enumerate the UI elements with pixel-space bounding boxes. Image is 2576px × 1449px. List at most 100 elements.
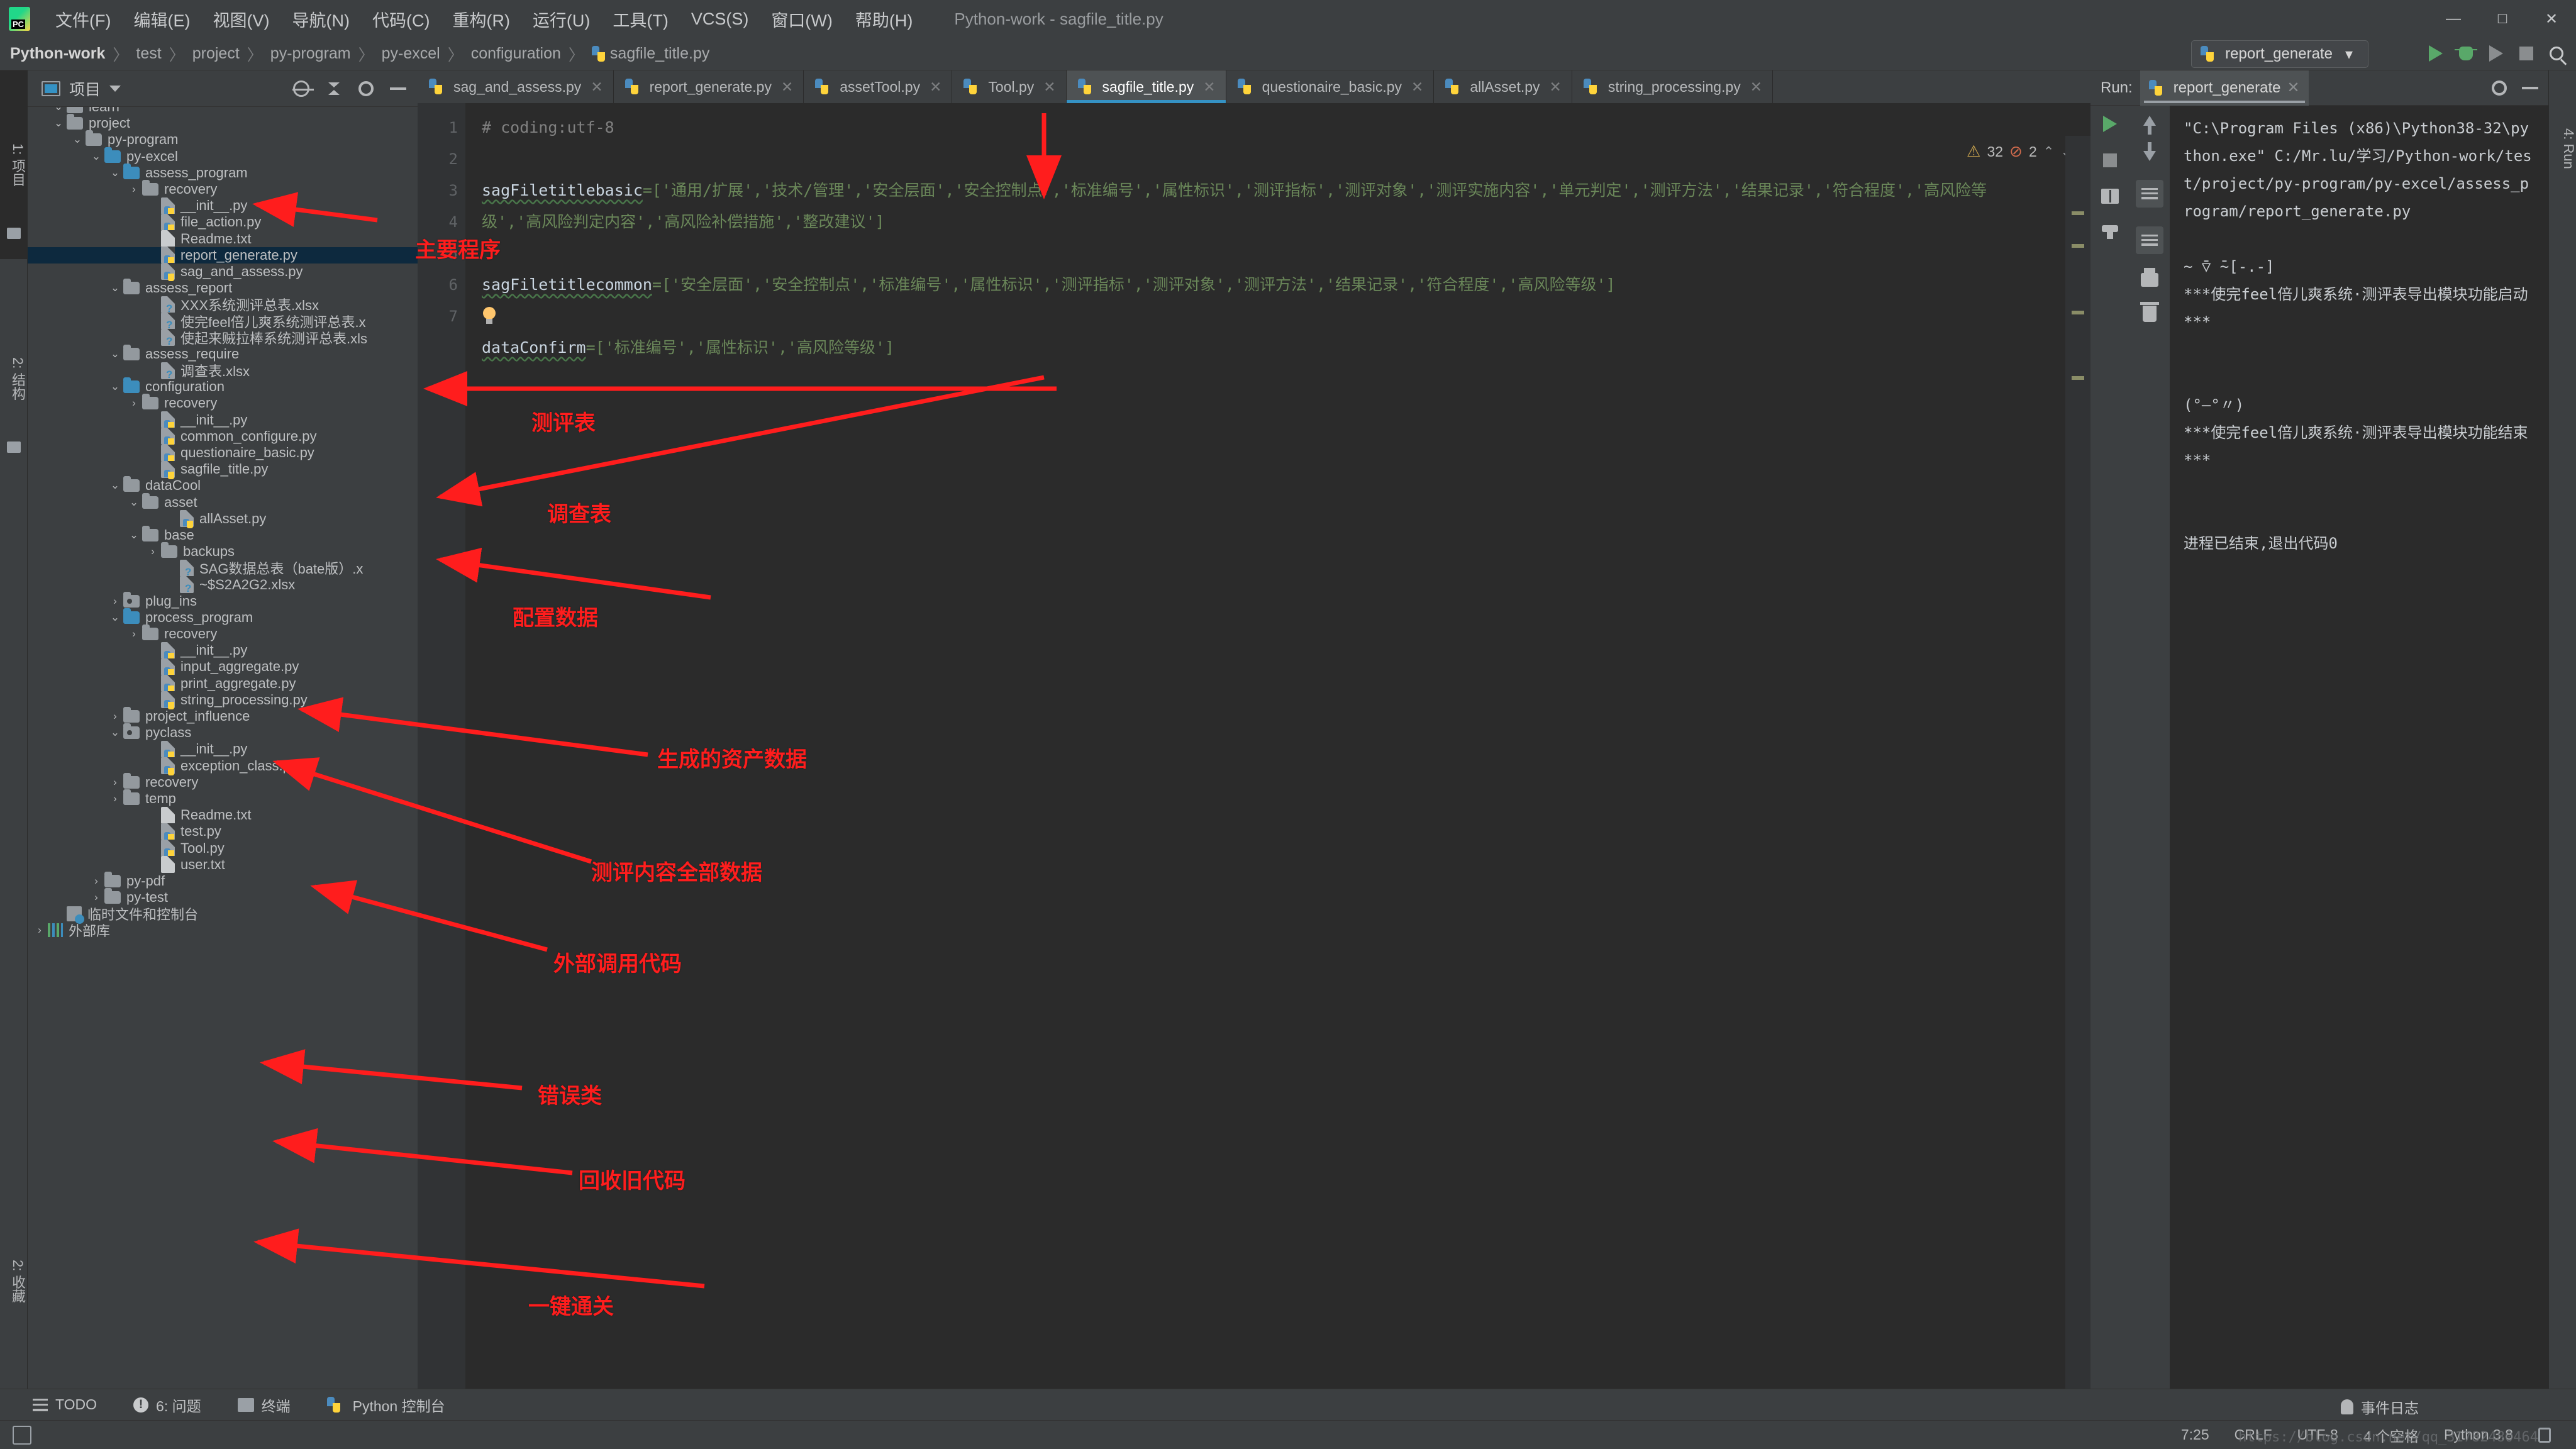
tree-item[interactable]: › 外部库 bbox=[28, 922, 418, 939]
editor-tab[interactable]: string_processing.py ✕ bbox=[1572, 70, 1774, 103]
chevron-down-icon[interactable]: ⌄ bbox=[107, 479, 123, 492]
tree-item[interactable]: ? 使起来贼拉棒系统测评总表.xls bbox=[28, 329, 418, 347]
lock-icon[interactable] bbox=[2538, 1427, 2551, 1443]
minimize-icon[interactable] bbox=[2522, 86, 2538, 89]
minimize-button[interactable]: — bbox=[2429, 0, 2478, 38]
chevron-down-icon[interactable]: ⌄ bbox=[126, 496, 142, 509]
breadcrumb-item-configuration[interactable]: configuration bbox=[471, 45, 561, 63]
run-configuration-selector[interactable]: report_generate ▾ bbox=[2191, 40, 2368, 68]
tree-item[interactable]: user.txt bbox=[28, 856, 418, 874]
tree-item[interactable]: report_generate.py bbox=[28, 247, 418, 265]
gear-icon[interactable] bbox=[358, 80, 374, 96]
chevron-right-icon[interactable]: › bbox=[145, 545, 161, 558]
memory-indicator-icon[interactable] bbox=[13, 1425, 31, 1445]
tree-item[interactable]: file_action.py bbox=[28, 213, 418, 232]
tree-item[interactable]: input_aggregate.py bbox=[28, 658, 418, 677]
tool-button-problems[interactable]: ! 6: 问题 bbox=[133, 1394, 201, 1416]
chevron-right-icon[interactable]: › bbox=[126, 183, 142, 196]
chevron-right-icon[interactable]: › bbox=[107, 595, 123, 608]
tree-item[interactable]: print_aggregate.py bbox=[28, 675, 418, 694]
editor-tab[interactable]: Tool.py ✕ bbox=[952, 70, 1067, 103]
chevron-down-icon[interactable]: ▾ bbox=[2345, 45, 2353, 64]
tree-item[interactable]: ⌄ configuration bbox=[28, 377, 418, 395]
chevron-down-icon[interactable]: ⌄ bbox=[88, 150, 104, 163]
breadcrumb-item-python-work[interactable]: Python-work bbox=[10, 45, 105, 63]
menu-item-edit[interactable]: 编辑(E) bbox=[122, 7, 201, 31]
chevron-right-icon[interactable]: › bbox=[31, 924, 48, 936]
editor-tab[interactable]: sag_and_assess.py ✕ bbox=[418, 70, 614, 103]
rail-tab-favorites[interactable]: 2: 收藏 bbox=[0, 1202, 28, 1360]
chevron-right-icon[interactable]: › bbox=[107, 776, 123, 789]
tree-item[interactable]: › plug_ins bbox=[28, 591, 418, 609]
soft-wrap-icon[interactable] bbox=[2136, 180, 2163, 208]
chevron-down-icon[interactable]: ⌄ bbox=[50, 117, 67, 130]
close-icon[interactable]: ✕ bbox=[781, 79, 793, 96]
tree-item[interactable]: __init__.py bbox=[28, 197, 418, 216]
run-tab-report-generate[interactable]: report_generate ✕ bbox=[2140, 70, 2309, 106]
tree-item[interactable]: sagfile_title.py bbox=[28, 460, 418, 479]
chevron-down-icon[interactable]: ⌄ bbox=[126, 529, 142, 541]
editor-marker-bar[interactable] bbox=[2065, 136, 2090, 1391]
tree-item[interactable]: ⌄ process_program bbox=[28, 608, 418, 626]
tool-button-todo[interactable]: TODO bbox=[33, 1396, 97, 1413]
run-button-icon[interactable] bbox=[2429, 45, 2443, 62]
tree-item[interactable]: ? ~$S2A2G2.xlsx bbox=[28, 576, 418, 594]
close-icon[interactable]: ✕ bbox=[1411, 79, 1423, 96]
chevron-down-icon[interactable]: ⌄ bbox=[107, 282, 123, 294]
tool-button-terminal[interactable]: 终端 bbox=[237, 1394, 291, 1416]
chevron-down-icon[interactable]: ⌄ bbox=[107, 726, 123, 739]
tree-item[interactable]: › recovery bbox=[28, 394, 418, 411]
editor-tab[interactable]: questionaire_basic.py ✕ bbox=[1226, 70, 1435, 103]
tree-item[interactable]: › backups bbox=[28, 542, 418, 560]
layout-icon[interactable] bbox=[2101, 189, 2119, 204]
breadcrumb-item-py-excel[interactable]: py-excel bbox=[382, 45, 440, 63]
tree-item[interactable]: ⌄ base bbox=[28, 525, 418, 543]
menu-item-refactor[interactable]: 重构(R) bbox=[441, 7, 521, 31]
chevron-right-icon[interactable]: › bbox=[107, 792, 123, 805]
close-icon[interactable]: ✕ bbox=[591, 79, 602, 96]
tree-item[interactable]: › recovery bbox=[28, 772, 418, 791]
maximize-button[interactable]: □ bbox=[2478, 0, 2527, 38]
tree-item[interactable]: › recovery bbox=[28, 180, 418, 197]
chevron-down-icon[interactable]: ⌄ bbox=[107, 380, 123, 393]
breadcrumb-item-sagfile-title[interactable]: sagfile_title.py bbox=[610, 45, 709, 63]
tree-item[interactable]: ? 使完feel倍儿爽系统测评总表.x bbox=[28, 313, 418, 331]
debug-button-icon[interactable] bbox=[2455, 47, 2477, 60]
chevron-down-icon[interactable]: ⌄ bbox=[107, 348, 123, 360]
chevron-down-icon[interactable]: ⌄ bbox=[107, 611, 123, 624]
breadcrumb-item-test[interactable]: test bbox=[136, 45, 161, 63]
minimize-icon[interactable] bbox=[390, 87, 406, 90]
chevron-right-icon[interactable]: › bbox=[126, 397, 142, 409]
tree-item[interactable]: ⌄ assess_report bbox=[28, 279, 418, 296]
chevron-right-icon[interactable]: › bbox=[107, 710, 123, 723]
tree-item[interactable]: ? XXX系统测评总表.xlsx bbox=[28, 296, 418, 314]
chevron-right-icon[interactable]: › bbox=[126, 628, 142, 640]
close-icon[interactable]: ✕ bbox=[2287, 79, 2300, 97]
chevron-down-icon[interactable] bbox=[109, 85, 121, 92]
tree-item[interactable]: › py-pdf bbox=[28, 871, 418, 889]
editor-tab[interactable]: sagfile_title.py ✕ bbox=[1066, 70, 1226, 103]
close-button[interactable]: ✕ bbox=[2527, 0, 2576, 38]
chevron-down-icon[interactable]: ⌄ bbox=[107, 167, 123, 179]
chevron-up-icon[interactable]: ⌃ bbox=[2043, 144, 2055, 160]
menu-item-tools[interactable]: 工具(T) bbox=[601, 7, 679, 31]
tree-item[interactable]: ⌄ py-program bbox=[28, 130, 418, 148]
stop-icon[interactable] bbox=[2103, 153, 2117, 167]
tree-item[interactable]: ⌄ learn bbox=[28, 107, 418, 115]
chevron-right-icon[interactable]: › bbox=[88, 875, 104, 887]
tree-item[interactable]: Readme.txt bbox=[28, 230, 418, 248]
inspection-widget[interactable]: ⚠ 32 ⊘ 2 ⌃ ⌄ bbox=[1967, 142, 2072, 161]
breadcrumb-item-py-program[interactable]: py-program bbox=[270, 45, 351, 63]
pin-icon[interactable] bbox=[2102, 225, 2118, 239]
tree-item[interactable]: Tool.py bbox=[28, 840, 418, 858]
breadcrumb-item-project[interactable]: project bbox=[192, 45, 240, 63]
menu-item-vcs[interactable]: VCS(S) bbox=[680, 9, 760, 29]
close-icon[interactable]: ✕ bbox=[930, 79, 941, 96]
menu-item-code[interactable]: 代码(C) bbox=[361, 7, 441, 31]
tree-item[interactable]: ⌄ pyclass bbox=[28, 723, 418, 741]
close-icon[interactable]: ✕ bbox=[1550, 79, 1562, 96]
trash-icon[interactable] bbox=[2140, 302, 2159, 322]
tree-item[interactable]: ⌄ assess_program bbox=[28, 163, 418, 181]
chevron-down-icon[interactable]: ⌄ bbox=[69, 133, 86, 146]
menu-item-view[interactable]: 视图(V) bbox=[201, 7, 280, 31]
